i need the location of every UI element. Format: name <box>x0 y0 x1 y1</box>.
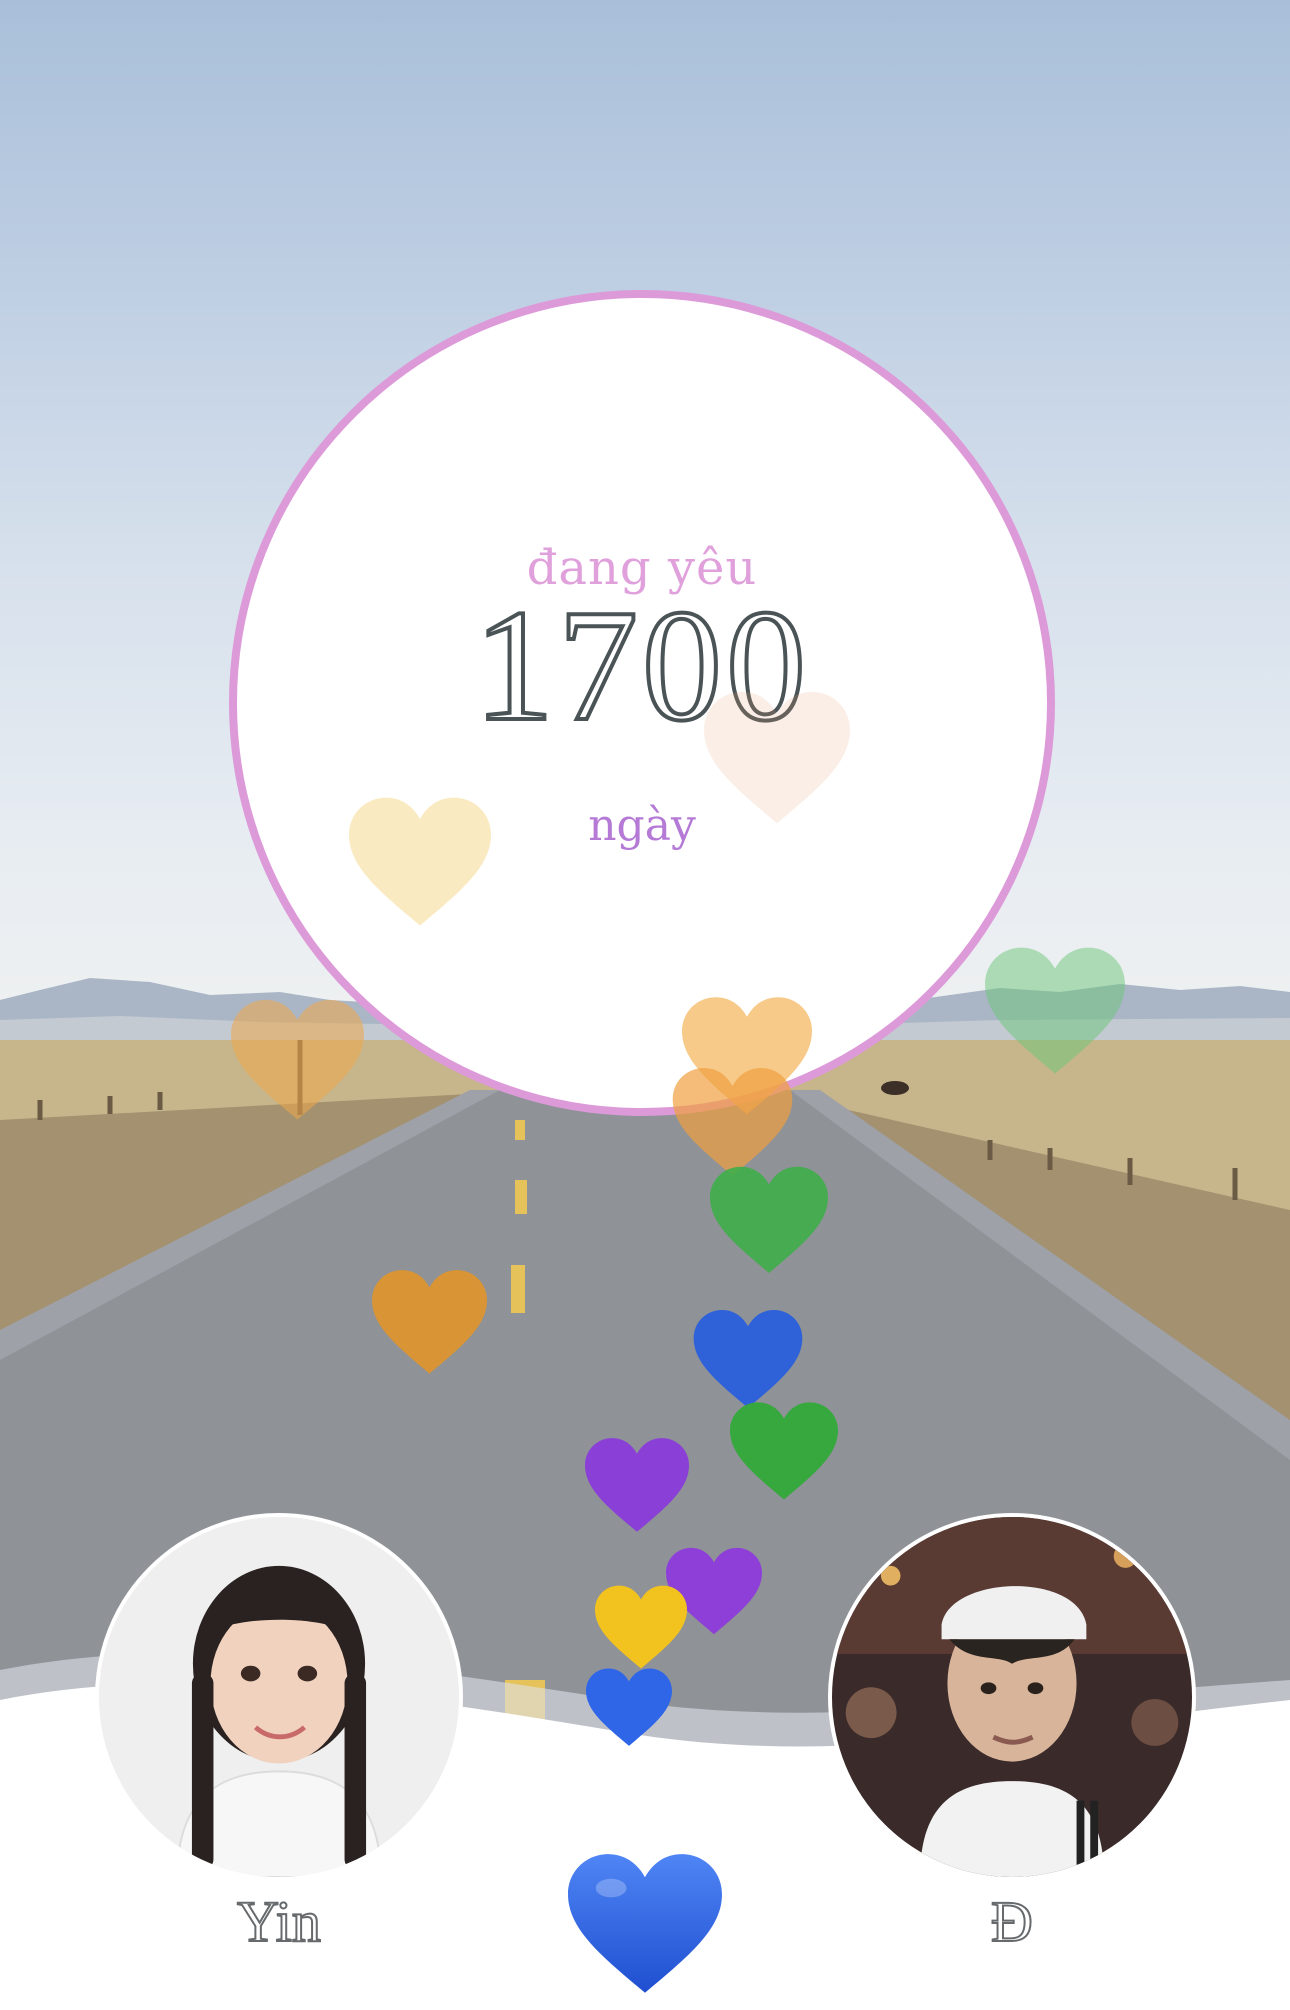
heart-icon <box>595 1585 687 1669</box>
avatar-portrait-left <box>99 1517 459 1877</box>
name-right: Đ <box>990 1888 1034 1955</box>
heart-icon <box>231 999 364 1120</box>
avatar-right[interactable] <box>828 1513 1196 1881</box>
heart-icon <box>586 1668 672 1746</box>
avatar-left[interactable] <box>95 1513 463 1881</box>
days-count: 1700 <box>472 576 810 754</box>
heart-icon <box>730 1402 838 1500</box>
heart-icon <box>585 1438 689 1532</box>
heart-icon <box>349 797 491 926</box>
heart-icon <box>693 1310 803 1408</box>
heart-icon <box>985 947 1125 1074</box>
heart-icon <box>372 1270 487 1374</box>
heart-icon <box>710 1166 828 1273</box>
heart-icon <box>704 691 850 824</box>
blue-heart-icon[interactable] <box>568 1850 722 2000</box>
avatar-portrait-right <box>832 1517 1192 1877</box>
name-left: Yin <box>236 1888 322 1955</box>
